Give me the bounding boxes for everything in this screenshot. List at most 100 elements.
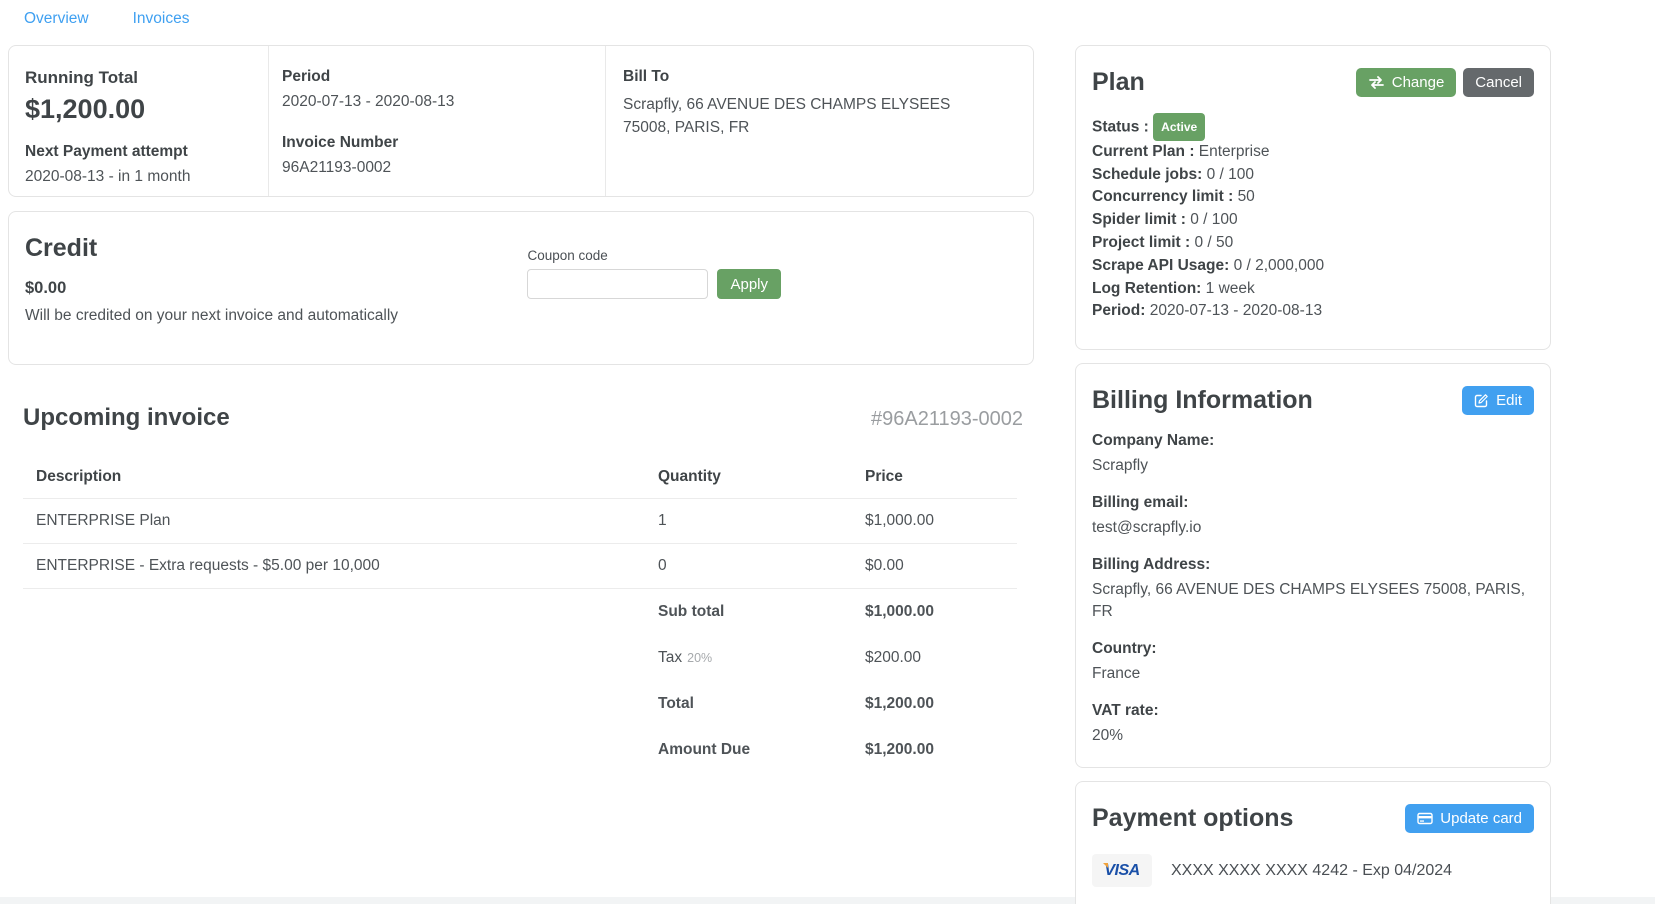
period-label: Period: [282, 68, 589, 86]
field-value: 2020-07-13 - 2020-08-13: [1150, 302, 1322, 319]
status-label: Status :: [1092, 119, 1149, 136]
row-price: $1,000.00: [852, 499, 1017, 544]
tax-value: $200.00: [852, 635, 1017, 681]
field-label: Country:: [1092, 640, 1534, 658]
field-value: 0 / 100: [1190, 211, 1237, 228]
period-section: Period 2020-07-13 - 2020-08-13 Invoice N…: [268, 46, 605, 196]
field-label: Company Name:: [1092, 432, 1534, 450]
update-card-button[interactable]: Update card: [1405, 804, 1534, 833]
amount-due-row: Amount Due $1,200.00: [23, 727, 1017, 773]
plan-field-line: Concurrency limit : 50: [1092, 186, 1534, 209]
field-label: Concurrency limit :: [1092, 188, 1233, 205]
table-row: ENTERPRISE Plan 1 $1,000.00: [23, 499, 1017, 544]
subtotal-value: $1,000.00: [852, 589, 1017, 636]
change-plan-button[interactable]: Change: [1356, 68, 1457, 97]
change-plan-label: Change: [1392, 74, 1445, 91]
field-value: Scrapfly, 66 AVENUE DES CHAMPS ELYSEES 7…: [1092, 579, 1534, 623]
billing-fields: Company Name: Scrapfly Billing email: te…: [1092, 432, 1534, 747]
amount-due-value: $1,200.00: [852, 727, 1017, 773]
invoice-number-label: Invoice Number: [282, 134, 589, 152]
visa-logo-icon: VISA: [1092, 854, 1152, 887]
edit-billing-label: Edit: [1496, 392, 1522, 409]
field-label: VAT rate:: [1092, 702, 1534, 720]
row-price: $0.00: [852, 544, 1017, 589]
field-value: test@scrapfly.io: [1092, 517, 1534, 539]
plan-field-line: Spider limit : 0 / 100: [1092, 209, 1534, 232]
running-total-section: Running Total $1,200.00 Next Payment att…: [9, 46, 268, 196]
row-quantity: 1: [645, 499, 852, 544]
field-label: Period:: [1092, 302, 1145, 319]
running-total-value: $1,200.00: [25, 94, 252, 125]
visa-brand-text: VISA: [1104, 862, 1139, 880]
field-value: 1 week: [1206, 280, 1255, 297]
billing-field: Country: France: [1092, 640, 1534, 685]
field-value: 20%: [1092, 725, 1534, 747]
payment-options-title: Payment options: [1092, 804, 1293, 833]
col-price: Price: [852, 456, 1017, 499]
plan-details: Status : Active Current Plan : Enterpris…: [1092, 113, 1534, 323]
field-label: Billing Address:: [1092, 556, 1534, 574]
coupon-section: Coupon code Apply: [527, 234, 1017, 364]
field-label: Spider limit :: [1092, 211, 1186, 228]
subtotal-label: Sub total: [645, 589, 852, 636]
credit-amount: $0.00: [25, 279, 398, 298]
billing-field: Company Name: Scrapfly: [1092, 432, 1534, 477]
row-quantity: 0: [645, 544, 852, 589]
credit-info: Credit $0.00 Will be credited on your ne…: [25, 234, 398, 364]
field-label: Billing email:: [1092, 494, 1534, 512]
table-row: ENTERPRISE - Extra requests - $5.00 per …: [23, 544, 1017, 589]
field-value: Scrapfly: [1092, 455, 1534, 477]
plan-title: Plan: [1092, 68, 1145, 97]
next-payment-value: 2020-08-13 - in 1 month: [25, 168, 252, 186]
update-card-label: Update card: [1440, 810, 1522, 827]
bill-to-label: Bill To: [623, 68, 1017, 86]
bill-to-line2: 75008, PARIS, FR: [623, 116, 953, 139]
field-value: 50: [1238, 188, 1255, 205]
apply-coupon-button[interactable]: Apply: [717, 269, 781, 299]
tab-overview[interactable]: Overview: [24, 10, 89, 45]
subtotal-row: Sub total $1,000.00: [23, 589, 1017, 636]
credit-card: Credit $0.00 Will be credited on your ne…: [8, 211, 1034, 365]
field-value: 0 / 100: [1207, 166, 1254, 183]
plan-field-line: Period: 2020-07-13 - 2020-08-13: [1092, 300, 1534, 323]
field-value: Enterprise: [1199, 143, 1270, 160]
plan-field-line: Schedule jobs: 0 / 100: [1092, 164, 1534, 187]
col-quantity: Quantity: [645, 456, 852, 499]
running-total-label: Running Total: [25, 68, 252, 88]
field-label: Log Retention:: [1092, 280, 1201, 297]
coupon-input[interactable]: [527, 269, 708, 299]
left-column: Running Total $1,200.00 Next Payment att…: [8, 45, 1034, 773]
amount-due-label: Amount Due: [645, 727, 852, 773]
bill-to-line1: Scrapfly, 66 AVENUE DES CHAMPS ELYSEES: [623, 93, 953, 116]
cancel-plan-button[interactable]: Cancel: [1463, 68, 1534, 97]
payment-options-card: Payment options Update card: [1075, 781, 1551, 904]
plan-field-line: Log Retention: 1 week: [1092, 278, 1534, 301]
tax-label: Tax: [658, 649, 682, 666]
field-value: 0 / 50: [1195, 234, 1234, 251]
saved-card-row: VISA XXXX XXXX XXXX 4242 - Exp 04/2024: [1092, 854, 1534, 887]
next-payment-label: Next Payment attempt: [25, 143, 252, 161]
billing-information-title: Billing Information: [1092, 386, 1313, 415]
invoice-table: Description Quantity Price ENTERPRISE Pl…: [23, 456, 1017, 773]
upcoming-invoice-title: Upcoming invoice: [23, 404, 230, 432]
content: Running Total $1,200.00 Next Payment att…: [0, 45, 1655, 904]
credit-note: Will be credited on your next invoice an…: [25, 307, 398, 325]
tax-rate-note: 20%: [687, 651, 712, 665]
upcoming-invoice-section: Upcoming invoice #96A21193-0002 Descript…: [8, 380, 1034, 773]
col-description: Description: [23, 456, 645, 499]
field-label: Project limit :: [1092, 234, 1190, 251]
edit-billing-button[interactable]: Edit: [1462, 386, 1534, 415]
coupon-label: Coupon code: [527, 248, 781, 263]
tab-invoices[interactable]: Invoices: [133, 10, 190, 45]
invoice-number-value: 96A21193-0002: [282, 159, 589, 177]
plan-field-line: Project limit : 0 / 50: [1092, 232, 1534, 255]
plan-card: Plan Change Cancel: [1075, 45, 1551, 350]
credit-card-icon: [1417, 812, 1433, 825]
credit-title: Credit: [25, 234, 398, 263]
swap-arrows-icon: [1368, 76, 1385, 89]
bill-to-section: Bill To Scrapfly, 66 AVENUE DES CHAMPS E…: [605, 46, 1033, 196]
status-badge: Active: [1153, 113, 1205, 141]
period-value: 2020-07-13 - 2020-08-13: [282, 93, 589, 111]
edit-pencil-icon: [1474, 393, 1489, 408]
field-label: Schedule jobs:: [1092, 166, 1202, 183]
